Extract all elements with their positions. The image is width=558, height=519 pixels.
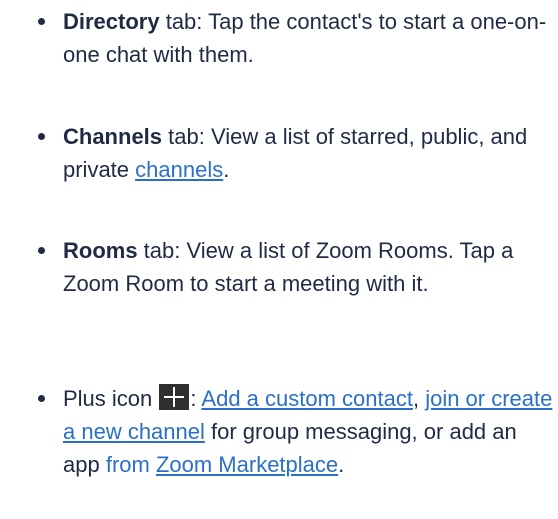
- channels-end: .: [223, 157, 230, 182]
- list-item-text: Channels tab: View a list of starred, pu…: [63, 120, 555, 186]
- plus-icon: [159, 384, 190, 410]
- bullet-icon: [38, 247, 45, 254]
- plus-lead: Plus icon: [63, 386, 159, 411]
- bullet-icon: [38, 395, 45, 402]
- term-rooms: Rooms: [63, 238, 138, 263]
- zoom-marketplace-link[interactable]: Zoom Marketplace: [156, 452, 338, 477]
- term-channels: Channels: [63, 124, 163, 149]
- bullet-icon: [38, 18, 45, 25]
- list-item-text: Plus icon : Add a custom contact, join o…: [63, 382, 555, 481]
- list-item-text: Directory tab: Tap the contact's to star…: [63, 5, 555, 71]
- from-text: from: [105, 452, 150, 477]
- channels-link[interactable]: channels: [135, 157, 223, 182]
- plus-end: .: [338, 452, 345, 477]
- term-directory: Directory: [63, 9, 160, 34]
- plus-colon: :: [190, 386, 202, 411]
- link-separator: ,: [412, 386, 426, 411]
- help-document: Directory tab: Tap the contact's to star…: [0, 0, 558, 519]
- add-custom-contact-link[interactable]: Add a custom contact: [201, 386, 413, 411]
- bullet-icon: [38, 133, 45, 140]
- list-item-text: Rooms tab: View a list of Zoom Rooms. Ta…: [63, 234, 555, 300]
